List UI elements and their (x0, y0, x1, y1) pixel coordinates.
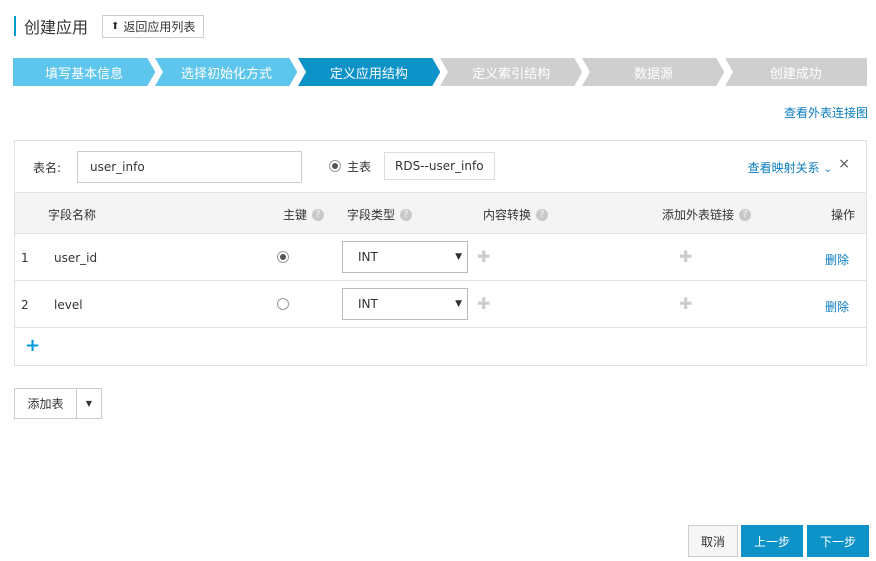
row-index: 1 (21, 251, 29, 265)
add-transform-plus-icon[interactable]: ✚ (477, 247, 490, 266)
add-ext-link-plus-icon[interactable]: ✚ (679, 294, 692, 313)
step-app-structure: 定义应用结构 (297, 58, 440, 86)
help-icon[interactable]: ? (536, 208, 549, 221)
caret-down-icon: ▼ (85, 399, 93, 408)
col-label: 字段名称 (48, 208, 97, 222)
close-icon[interactable]: × (838, 156, 850, 172)
col-field-type: 字段类型? (347, 206, 413, 223)
table-editor: 表名: 主表 RDS--user_info 查看映射关系⌄ × 字段名称 主键?… (14, 140, 867, 366)
add-table-split-button: 添加表 ▼ (14, 388, 102, 419)
col-content-transform: 内容转换? (483, 206, 549, 223)
step-label: 创建成功 (769, 66, 822, 82)
col-label: 操作 (831, 208, 856, 222)
main-table-label: 主表 (347, 160, 372, 174)
primary-key-radio[interactable] (277, 298, 289, 310)
page-title: 创建应用 (24, 18, 89, 37)
col-field-name: 字段名称 (48, 206, 96, 223)
wizard-steps: 填写基本信息 选择初始化方式 定义应用结构 定义索引结构 数据源 创建成功 (13, 58, 867, 86)
delete-row-link[interactable]: 删除 (825, 251, 849, 268)
add-table-button[interactable]: 添加表 (15, 389, 77, 418)
help-icon[interactable]: ? (312, 208, 325, 221)
next-step-button[interactable]: 下一步 (807, 525, 869, 557)
col-add-ext-link: 添加外表链接? (662, 206, 752, 223)
field-type-value: INT (358, 250, 378, 264)
add-field-plus-icon[interactable]: + (25, 335, 40, 356)
table-header-bar: 表名: 主表 RDS--user_info 查看映射关系⌄ × (15, 141, 866, 193)
add-table-dropdown-toggle[interactable]: ▼ (77, 389, 101, 418)
row-index: 2 (21, 298, 29, 312)
help-icon[interactable]: ? (400, 208, 413, 221)
step-init-method: 选择初始化方式 (155, 58, 298, 86)
table-row: 2 level INT ▼ ✚ ✚ 删除 (15, 281, 866, 328)
delete-row-link[interactable]: 删除 (825, 298, 849, 315)
field-type-select[interactable]: INT ▼ (342, 288, 468, 320)
col-label: 添加外表链接 (662, 208, 735, 222)
back-to-app-list-button[interactable]: ⬆ 返回应用列表 (102, 14, 205, 38)
primary-key-radio[interactable] (277, 251, 289, 263)
col-primary-key: 主键? (283, 206, 325, 223)
step-label: 定义应用结构 (329, 66, 408, 82)
step-datasource: 数据源 (582, 58, 725, 86)
help-icon[interactable]: ? (739, 208, 752, 221)
previous-step-button[interactable]: 上一步 (741, 525, 803, 557)
add-ext-link-plus-icon[interactable]: ✚ (679, 247, 692, 266)
col-label: 字段类型 (347, 208, 396, 222)
back-button-label: 返回应用列表 (123, 19, 196, 34)
datasource-tag: RDS--user_info (384, 152, 495, 180)
step-label: 数据源 (633, 66, 673, 82)
caret-down-icon: ▼ (455, 252, 462, 262)
table-columns-header: 字段名称 主键? 字段类型? 内容转换? 添加外表链接? 操作 (15, 193, 866, 234)
field-type-select[interactable]: INT ▼ (342, 241, 468, 273)
up-arrow-icon: ⬆ (111, 20, 120, 32)
step-success: 创建成功 (724, 58, 867, 86)
step-label: 选择初始化方式 (180, 66, 272, 82)
table-name-input[interactable] (77, 151, 302, 183)
step-label: 定义索引结构 (472, 66, 551, 82)
col-label: 主键 (283, 208, 308, 222)
add-transform-plus-icon[interactable]: ✚ (477, 294, 490, 313)
add-field-row: + (15, 328, 866, 366)
chevron-down-icon: ⌄ (823, 164, 832, 175)
step-basic-info: 填写基本信息 (13, 58, 156, 86)
col-label: 内容转换 (483, 208, 532, 222)
page-header: 创建应用 ⬆ 返回应用列表 (14, 14, 205, 38)
field-name: user_id (54, 251, 98, 265)
field-type-value: INT (358, 297, 378, 311)
mapping-label: 查看映射关系 (747, 161, 820, 175)
col-action: 操作 (831, 206, 855, 223)
main-table-radio[interactable] (329, 160, 341, 172)
step-index-structure: 定义索引结构 (439, 58, 583, 86)
view-external-table-link[interactable]: 查看外表连接图 (784, 104, 868, 121)
caret-down-icon: ▼ (455, 299, 462, 309)
cancel-button[interactable]: 取消 (688, 525, 738, 557)
view-mapping-link[interactable]: 查看映射关系 ⌄ (748, 159, 832, 176)
field-name: level (54, 298, 83, 312)
table-name-label: 表名: (33, 161, 62, 175)
title-accent-bar (14, 16, 16, 36)
step-label: 填写基本信息 (45, 66, 124, 82)
table-row: 1 user_id INT ▼ ✚ ✚ 删除 (15, 234, 866, 281)
